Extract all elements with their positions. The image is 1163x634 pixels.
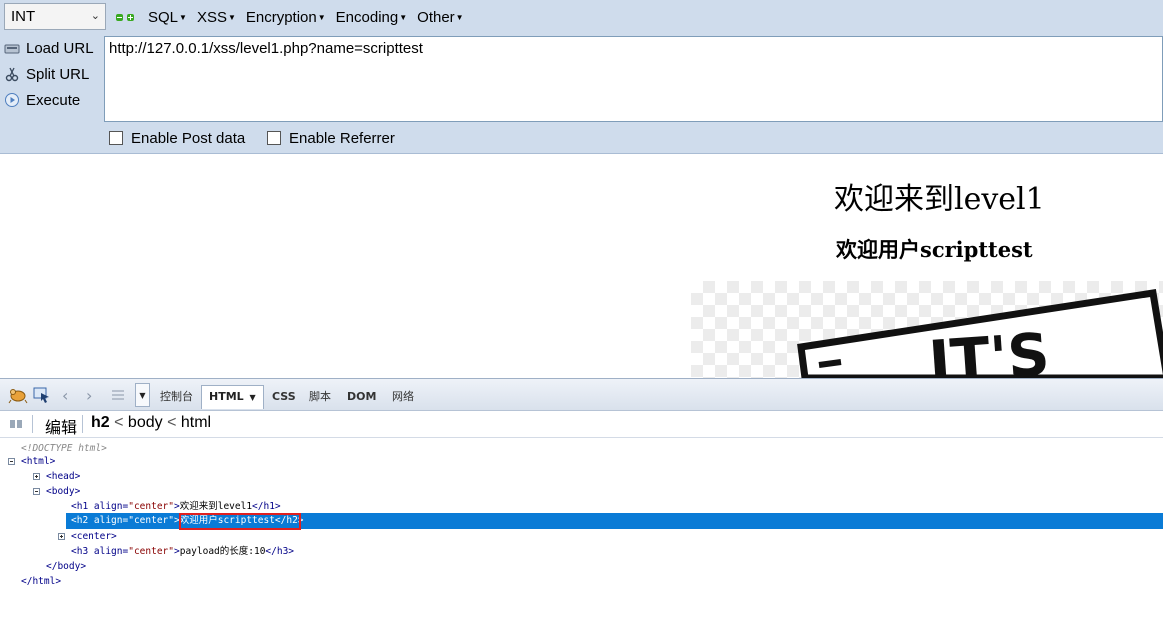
back-arrow-icon[interactable]: ‹: [62, 384, 68, 406]
tab-html[interactable]: HTML ▼: [201, 385, 264, 409]
type-select-value: INT: [11, 8, 36, 25]
enable-post-data-checkbox[interactable]: Enable Post data: [109, 128, 245, 148]
dropdown-arrow-icon: ▼: [317, 12, 326, 22]
tab-script[interactable]: 脚本: [309, 386, 331, 408]
menu-encryption[interactable]: Encryption▼: [246, 9, 326, 26]
hackbar: INT ⌄ SQL▼ XSS▼ Encryption▼ Encoding▼ Ot…: [0, 0, 1163, 154]
tree-center[interactable]: <center>: [71, 529, 117, 544]
dropdown-arrow-icon: ▼: [399, 12, 408, 22]
collapse-toggle-icon[interactable]: [33, 488, 40, 495]
dropdown-arrow-icon: ▼: [179, 12, 187, 22]
enable-referrer-checkbox[interactable]: Enable Referrer: [267, 128, 395, 148]
hackbar-menu-bar: SQL▼ XSS▼ Encryption▼ Encoding▼ Other▼: [116, 6, 464, 28]
tree-h1[interactable]: <h1 align="center">欢迎来到level1</h1>: [71, 499, 281, 514]
collapse-toggle-icon[interactable]: [8, 458, 15, 465]
toggle-panel-icon[interactable]: [9, 417, 23, 435]
tree-html-open[interactable]: <html>: [21, 454, 55, 469]
load-url-icon: [4, 40, 20, 56]
chevron-down-icon: ⌄: [90, 10, 100, 22]
expand-toggle-icon[interactable]: [33, 473, 40, 480]
dropdown-arrow-icon: ▼: [249, 393, 256, 402]
tree-body-close[interactable]: </body>: [46, 559, 86, 574]
tree-head[interactable]: <head>: [46, 469, 80, 484]
dropdown-arrow-icon: ▼: [227, 12, 236, 22]
split-url-button[interactable]: Split URL: [4, 63, 89, 85]
forward-arrow-icon[interactable]: ›: [86, 384, 92, 406]
play-icon: [4, 92, 20, 108]
page-heading-h2: 欢迎用户scripttest: [836, 237, 1033, 262]
image-text: IT'S: [927, 320, 1052, 378]
edit-button[interactable]: 编辑: [45, 414, 77, 438]
level-image: IT'S: [691, 281, 1163, 378]
load-url-button[interactable]: Load URL: [4, 37, 94, 59]
divider: [32, 415, 33, 433]
inspect-element-icon[interactable]: [32, 384, 52, 406]
checkbox-box[interactable]: [109, 131, 123, 145]
type-select[interactable]: INT ⌄: [4, 3, 106, 30]
list-icon[interactable]: [110, 384, 126, 406]
menu-sql[interactable]: SQL▼: [148, 9, 187, 26]
menu-encoding[interactable]: Encoding▼: [336, 9, 407, 26]
tree-h3[interactable]: <h3 align="center">payload的长度:10</h3>: [71, 544, 294, 559]
decrease-icon[interactable]: [116, 13, 123, 21]
dropdown-arrow-icon[interactable]: ▼: [135, 383, 150, 407]
page-viewport: 欢迎来到level1 欢迎用户scripttest IT'S: [0, 154, 1163, 378]
expand-toggle-icon[interactable]: [58, 533, 65, 540]
tab-console[interactable]: 控制台: [160, 386, 193, 408]
html-breadcrumb-bar: 编辑 h2 < body < html: [0, 411, 1163, 438]
scissors-icon: [4, 66, 20, 82]
its-sign-graphic: IT'S: [797, 289, 1163, 378]
divider: [82, 415, 83, 433]
breadcrumb-current[interactable]: h2: [91, 414, 110, 431]
breadcrumb-body[interactable]: body: [128, 414, 163, 431]
menu-xss[interactable]: XSS▼: [197, 9, 236, 26]
tree-html-close[interactable]: </html>: [21, 574, 61, 589]
highlight-box: [179, 513, 301, 530]
tab-dom[interactable]: DOM: [347, 386, 376, 408]
html-tree: <!DOCTYPE html> <html> <head> <body> <h1…: [0, 438, 1163, 634]
increase-icon[interactable]: [127, 13, 134, 21]
execute-button[interactable]: Execute: [4, 89, 80, 111]
checkbox-box[interactable]: [267, 131, 281, 145]
breadcrumb-html[interactable]: html: [181, 414, 211, 431]
tree-body-open[interactable]: <body>: [46, 484, 80, 499]
url-textarea[interactable]: http://127.0.0.1/xss/level1.php?name=scr…: [104, 36, 1163, 122]
url-text: http://127.0.0.1/xss/level1.php?name=scr…: [109, 40, 423, 57]
menu-other[interactable]: Other▼: [417, 9, 463, 26]
tab-css[interactable]: CSS: [272, 386, 296, 408]
firebug-toolbar: ‹ › ▼ 控制台 HTML ▼ CSS 脚本 DOM 网络: [0, 378, 1163, 411]
tab-net[interactable]: 网络: [392, 386, 414, 408]
page-heading-h1: 欢迎来到level1: [834, 182, 1045, 217]
breadcrumb: h2 < body < html: [91, 414, 212, 431]
firebug-icon[interactable]: [8, 384, 28, 406]
dropdown-arrow-icon: ▼: [455, 12, 464, 22]
